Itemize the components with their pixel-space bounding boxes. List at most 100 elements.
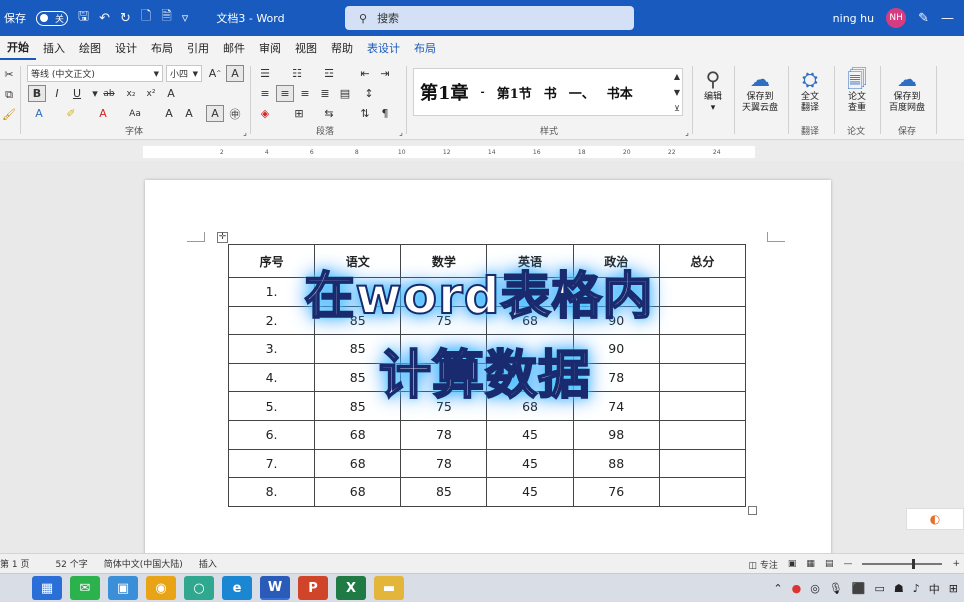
tab-view[interactable]: 视图	[288, 36, 324, 60]
ime-indicator[interactable]: 中	[929, 581, 940, 597]
grow-font-icon[interactable]: A ^	[206, 65, 224, 82]
horizontal-ruler[interactable]: 2468101214161820222426283032343638	[0, 141, 964, 161]
numbering-icon[interactable]: ☷	[288, 65, 306, 82]
strikethrough-button[interactable]: ab	[100, 85, 118, 102]
style-heading-1[interactable]: 第1章	[414, 79, 475, 105]
tab-table-design[interactable]: 表设计	[360, 36, 407, 60]
grow-font-size-icon[interactable]: A	[160, 105, 178, 122]
text-effects-icon[interactable]: A	[162, 85, 180, 102]
tab-review[interactable]: 审阅	[252, 36, 288, 60]
text-effect-icon[interactable]: A	[30, 105, 48, 122]
align-right-icon[interactable]: ≡	[296, 85, 314, 102]
tab-draw[interactable]: 绘图	[72, 36, 108, 60]
justify-icon[interactable]: ≣	[316, 85, 334, 102]
focus-button[interactable]: ◫ 专注	[749, 558, 778, 571]
tab-help[interactable]: 帮助	[324, 36, 360, 60]
autosave-toggle[interactable]: 关	[36, 10, 68, 26]
excel-icon[interactable]: X	[336, 576, 366, 600]
tab-insert[interactable]: 插入	[36, 36, 72, 60]
align-center-icon[interactable]: ≡	[276, 85, 294, 102]
font-color-icon[interactable]: A	[94, 105, 112, 122]
copy-icon[interactable]: ⧉	[0, 86, 18, 103]
wechat-icon[interactable]: ✉	[70, 576, 100, 600]
table-cell[interactable]: 78	[400, 419, 488, 450]
language-indicator[interactable]: 简体中文(中国大陆)	[104, 557, 183, 570]
superscript-button[interactable]: x²	[142, 85, 160, 102]
styles-dialog-launcher-icon[interactable]: ⌟	[678, 124, 696, 141]
table-cell[interactable]: 45	[486, 419, 574, 450]
tab-layout[interactable]: 布局	[144, 36, 180, 60]
side-widget[interactable]: ◐	[906, 508, 964, 530]
zoom-out-icon[interactable]: —	[843, 559, 852, 569]
task-view-icon[interactable]: ▦	[32, 576, 62, 600]
user-name[interactable]: ning hu	[833, 12, 874, 25]
align-left-icon[interactable]: ≡	[256, 85, 274, 102]
file-explorer-icon[interactable]: ▬	[374, 576, 404, 600]
enclose-character-icon[interactable]: ㊥	[226, 105, 244, 122]
bold-button[interactable]: B	[28, 85, 46, 102]
font-size-combo[interactable]: 小四 ▼	[166, 65, 202, 82]
read-mode-icon[interactable]: ▣	[788, 559, 797, 569]
tray-app-icon[interactable]: ●	[792, 582, 802, 595]
tab-design[interactable]: 设计	[108, 36, 144, 60]
format-painter-icon[interactable]: 🖌	[0, 106, 18, 123]
search-box[interactable]: ⚲ 搜索	[345, 6, 634, 30]
paper-check-button[interactable]: 🗐 论文 查重	[838, 66, 876, 114]
table-cell[interactable]: 68	[314, 477, 402, 507]
word-count[interactable]: 52 个字	[55, 557, 87, 570]
line-spacing-icon[interactable]: ↕	[360, 85, 378, 102]
full-text-translate-button[interactable]: ⛭ 全文 翻译	[792, 66, 828, 114]
show-marks-icon[interactable]: ¶	[376, 105, 394, 122]
page-indicator[interactable]: 第 1 页	[0, 557, 29, 570]
table-cell[interactable]: 6.	[227, 419, 316, 450]
borders-icon[interactable]: ⊞	[290, 105, 308, 122]
character-shading-icon[interactable]: A	[206, 105, 224, 122]
undo-icon[interactable]: ↶	[99, 11, 110, 26]
volume-icon[interactable]: ♪	[913, 582, 920, 595]
table-cell[interactable]: 76	[572, 477, 660, 507]
chinese-layout-icon[interactable]: ⇆	[320, 105, 338, 122]
save-icon[interactable]: 🖫	[78, 7, 89, 29]
table-cell[interactable]	[658, 419, 747, 450]
minimize-icon[interactable]: —	[941, 11, 954, 26]
powerpoint-icon[interactable]: P	[298, 576, 328, 600]
avatar[interactable]: NH	[886, 8, 907, 28]
table-cell[interactable]: 98	[572, 419, 660, 450]
table-cell[interactable]: 7.	[227, 448, 316, 479]
tray-app-icon[interactable]: ◎	[810, 582, 820, 595]
underline-button[interactable]: U	[68, 85, 86, 102]
table-resize-handle[interactable]	[748, 506, 757, 515]
table-cell[interactable]: 68	[314, 448, 402, 479]
change-case-icon[interactable]: Aa	[126, 105, 144, 122]
bullets-icon[interactable]: ☰	[256, 65, 274, 82]
shading-icon[interactable]: ◈	[256, 105, 274, 122]
table-cell[interactable]: 45	[486, 448, 574, 479]
chevron-up-icon[interactable]: ⌃	[773, 582, 782, 595]
styles-more-icon[interactable]: ⊻	[668, 100, 686, 117]
word-icon[interactable]: W	[260, 576, 290, 600]
font-name-combo[interactable]: 等线 (中文正文) ▼	[27, 65, 163, 82]
print-preview-icon[interactable]: 🗎	[161, 7, 171, 29]
table-cell[interactable]: 8.	[227, 477, 316, 507]
style-heading-2[interactable]: 第1节	[491, 83, 538, 102]
tab-home[interactable]: 开始	[0, 36, 36, 60]
insert-mode[interactable]: 插入	[199, 557, 217, 570]
ime-mode-icon[interactable]: ⊞	[949, 582, 958, 595]
distributed-icon[interactable]: ▤	[336, 85, 354, 102]
editing-button[interactable]: ⚲ 编辑 ▾	[696, 66, 730, 114]
style-heading-3[interactable]: 书	[538, 83, 563, 102]
clear-format-icon[interactable]: A	[226, 65, 244, 82]
web-layout-icon[interactable]: ▤	[825, 559, 834, 569]
tab-references[interactable]: 引用	[180, 36, 216, 60]
customize-toolbar-icon[interactable]: ▿	[182, 11, 189, 26]
edge-icon[interactable]: e	[222, 576, 252, 600]
styles-scroll-down-icon[interactable]: ▼	[668, 84, 686, 101]
network-icon[interactable]: ☗	[894, 582, 904, 595]
print-layout-icon[interactable]: ▦	[806, 559, 815, 569]
styles-scroll-up-icon[interactable]: ▲	[668, 68, 686, 85]
table-cell[interactable]	[658, 448, 747, 479]
table-cell[interactable]: 45	[486, 477, 574, 507]
tray-app-icon[interactable]: ⬛	[852, 582, 866, 595]
redo-icon[interactable]: ↻	[120, 11, 131, 26]
new-document-icon[interactable]: 🗋	[141, 7, 151, 29]
